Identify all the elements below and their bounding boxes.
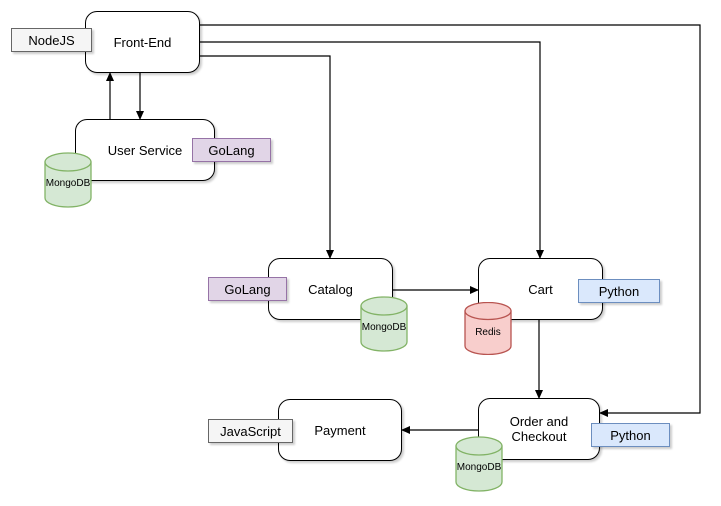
tag-nodejs[interactable]: NodeJS — [11, 28, 92, 52]
database-mongodb-user-service[interactable]: MongoDB — [44, 152, 92, 208]
node-order-checkout-label-line1: Order and — [509, 414, 569, 429]
tag-python-order-checkout[interactable]: Python — [591, 423, 670, 447]
node-cart-label: Cart — [528, 281, 553, 297]
node-payment-label: Payment — [314, 422, 366, 438]
database-mongodb-order-checkout-label: MongoDB — [456, 462, 502, 473]
database-mongodb-user-service-label: MongoDB — [45, 178, 91, 189]
node-payment[interactable]: Payment — [278, 399, 402, 461]
tag-python-order-checkout-label: Python — [610, 427, 651, 443]
tag-python-cart-label: Python — [598, 283, 640, 299]
node-frontend-label: Front-End — [113, 34, 172, 50]
node-catalog-label: Catalog — [308, 281, 353, 297]
database-redis-cart[interactable]: Redis — [464, 302, 512, 355]
database-mongodb-order-checkout[interactable]: MongoDB — [455, 436, 503, 492]
database-mongodb-catalog[interactable]: MongoDB — [360, 296, 408, 352]
tag-golang-catalog[interactable]: GoLang — [208, 277, 287, 301]
node-order-checkout-label-line2: Checkout — [511, 429, 567, 444]
node-user-service-label: User Service — [107, 142, 183, 158]
tag-golang-catalog-label: GoLang — [224, 281, 271, 297]
node-frontend[interactable]: Front-End — [85, 11, 200, 73]
tag-javascript-payment-label: JavaScript — [220, 423, 281, 439]
edge-frontend-to-order-checkout — [200, 24, 701, 417]
tag-nodejs-label: NodeJS — [28, 32, 75, 48]
tag-javascript-payment[interactable]: JavaScript — [208, 419, 293, 443]
database-mongodb-catalog-label: MongoDB — [361, 322, 407, 333]
tag-golang-user-service-label: GoLang — [208, 142, 255, 158]
database-redis-cart-label: Redis — [475, 326, 501, 338]
tag-python-cart[interactable]: Python — [578, 279, 660, 303]
architecture-diagram-canvas: Front-End User Service Catalog Cart Paym… — [0, 0, 721, 506]
tag-golang-user-service[interactable]: GoLang — [192, 138, 271, 162]
